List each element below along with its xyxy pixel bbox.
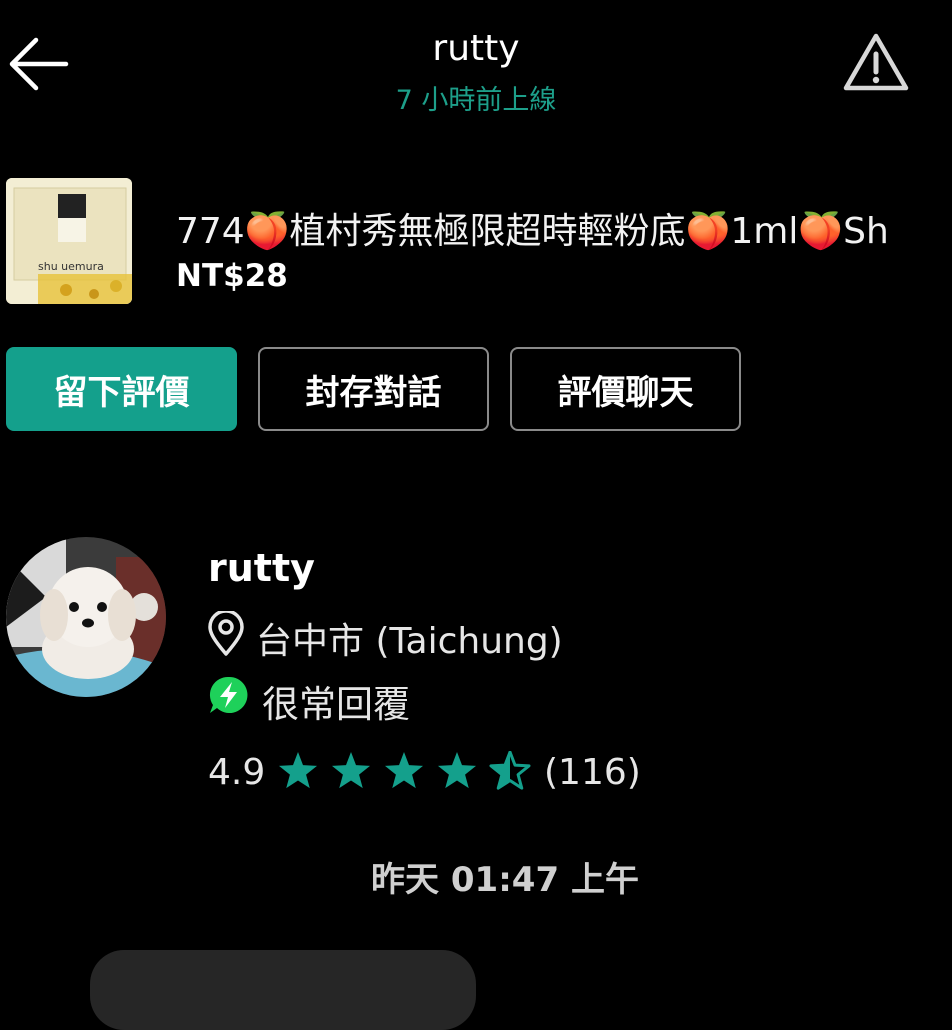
message-bubble [90,950,476,1030]
leave-review-button[interactable]: 留下評價 [6,347,237,431]
review-count[interactable]: (116) [544,752,641,793]
rating-stars [276,750,536,791]
response-rate-badge: 很常回覆 [262,683,410,726]
star-half-icon [489,750,531,790]
product-price: NT$28 [176,258,288,294]
product-thumbnail[interactable]: shu uemura [6,178,132,304]
product-title[interactable]: 774🍑植村秀無極限超時輕粉底🍑1ml🍑Sh [176,202,952,252]
message-timestamp: 昨天 01:47 上午 [371,860,639,900]
review-chat-button[interactable]: 評價聊天 [510,347,741,431]
chat-title: rutty [432,28,520,69]
online-status: 7 小時前上線 [395,85,557,116]
location-pin-icon [206,611,246,657]
seller-name[interactable]: rutty [208,546,315,590]
star-full-icon [437,752,477,789]
archive-chat-button[interactable]: 封存對話 [258,347,489,431]
seller-location: 台中市 (Taichung) [256,621,563,662]
avatar[interactable] [6,537,166,697]
star-full-icon [331,752,371,789]
star-full-icon [384,752,424,789]
star-full-icon [278,752,318,789]
lightning-bolt-icon [208,675,250,715]
warning-icon[interactable] [842,32,910,92]
rating-value: 4.9 [208,752,266,793]
brand-label: shu uemura [38,260,104,273]
